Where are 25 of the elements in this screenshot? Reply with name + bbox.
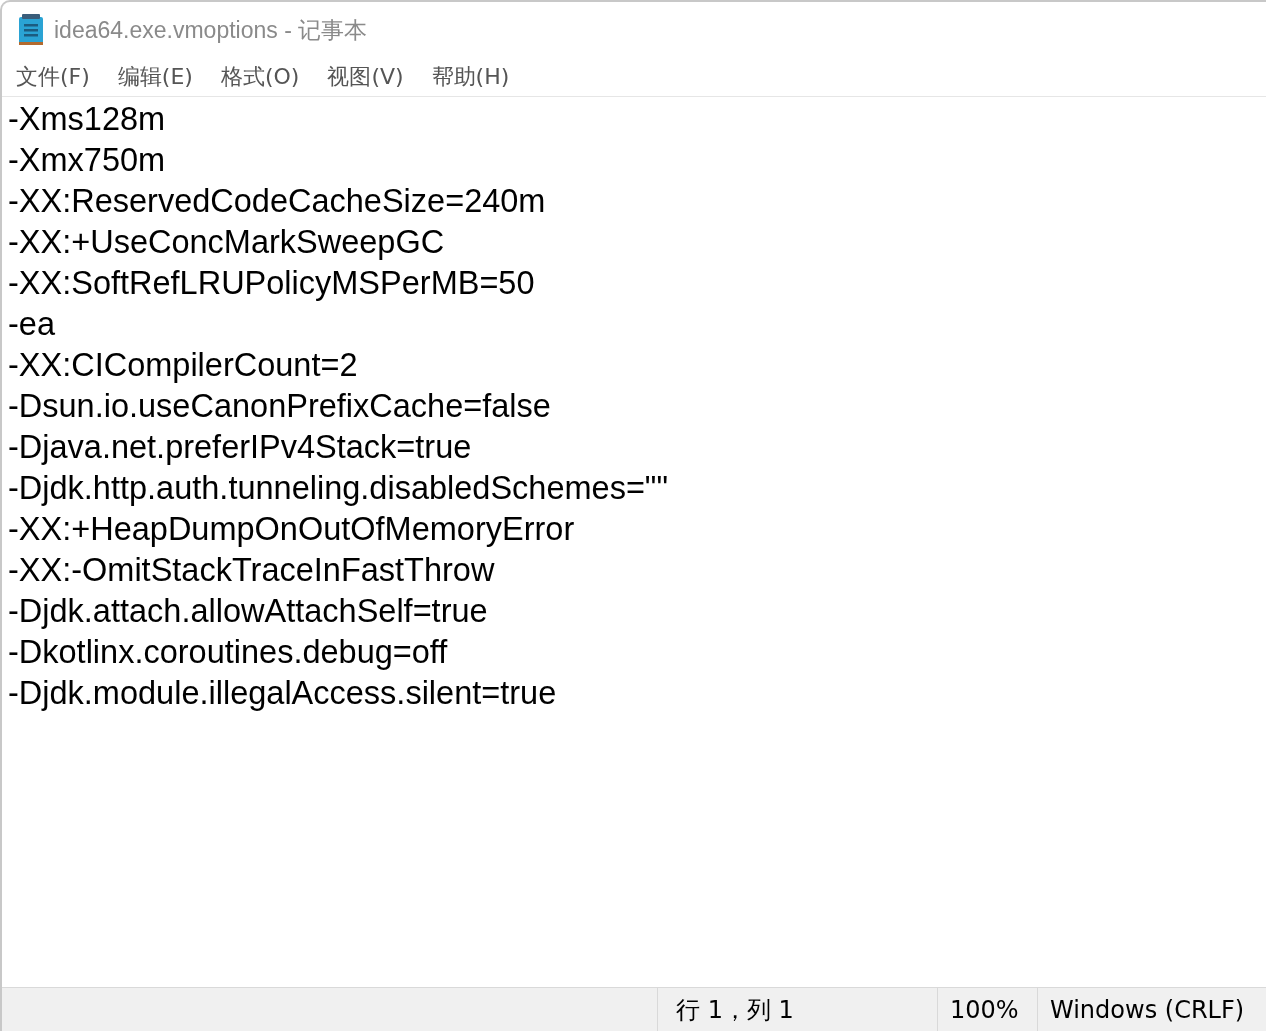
text-line: -Dsun.io.useCanonPrefixCache=false (8, 387, 551, 426)
menu-item[interactable]: 格式(O) (220, 60, 300, 94)
text-line: -XX:+UseConcMarkSweepGC (8, 223, 445, 262)
menu-item[interactable]: 编辑(E) (117, 60, 193, 94)
menu-item[interactable]: 帮助(H) (431, 60, 510, 94)
text-line: -XX:CICompilerCount=2 (8, 346, 358, 385)
text-line: -Dkotlinx.coroutines.debug=off (8, 633, 448, 672)
notepad-icon (18, 14, 44, 46)
menu-item[interactable]: 视图(V) (327, 60, 404, 94)
zoom-level: 100% (938, 988, 1038, 1031)
text-line: -Xmx750m (8, 141, 166, 180)
text-line: -Djdk.attach.allowAttachSelf=true (8, 592, 488, 631)
cursor-position: 行 1，列 1 (658, 988, 938, 1031)
text-line: -Djdk.module.illegalAccess.silent=true (8, 674, 557, 713)
text-line: -Djava.net.preferIPv4Stack=true (8, 428, 472, 467)
menu-item[interactable]: 文件(F) (16, 60, 90, 94)
text-line: -Xms128m (8, 100, 166, 139)
text-line: -Djdk.http.auth.tunneling.disabledSchemes="" (8, 469, 668, 508)
text-line: -XX:SoftRefLRUPolicyMSPerMB=50 (8, 264, 535, 303)
window-title: idea64.exe.vmoptions - 记事本 (54, 15, 368, 45)
line-ending: Windows (CRLF) (1049, 994, 1246, 1026)
text-line: -XX:ReservedCodeCacheSize=240m (8, 182, 546, 221)
text-line: -ea (8, 305, 55, 344)
text-line: -XX:+HeapDumpOnOutOfMemoryError (8, 510, 575, 549)
text-line: -XX:-OmitStackTraceInFastThrow (8, 551, 495, 590)
